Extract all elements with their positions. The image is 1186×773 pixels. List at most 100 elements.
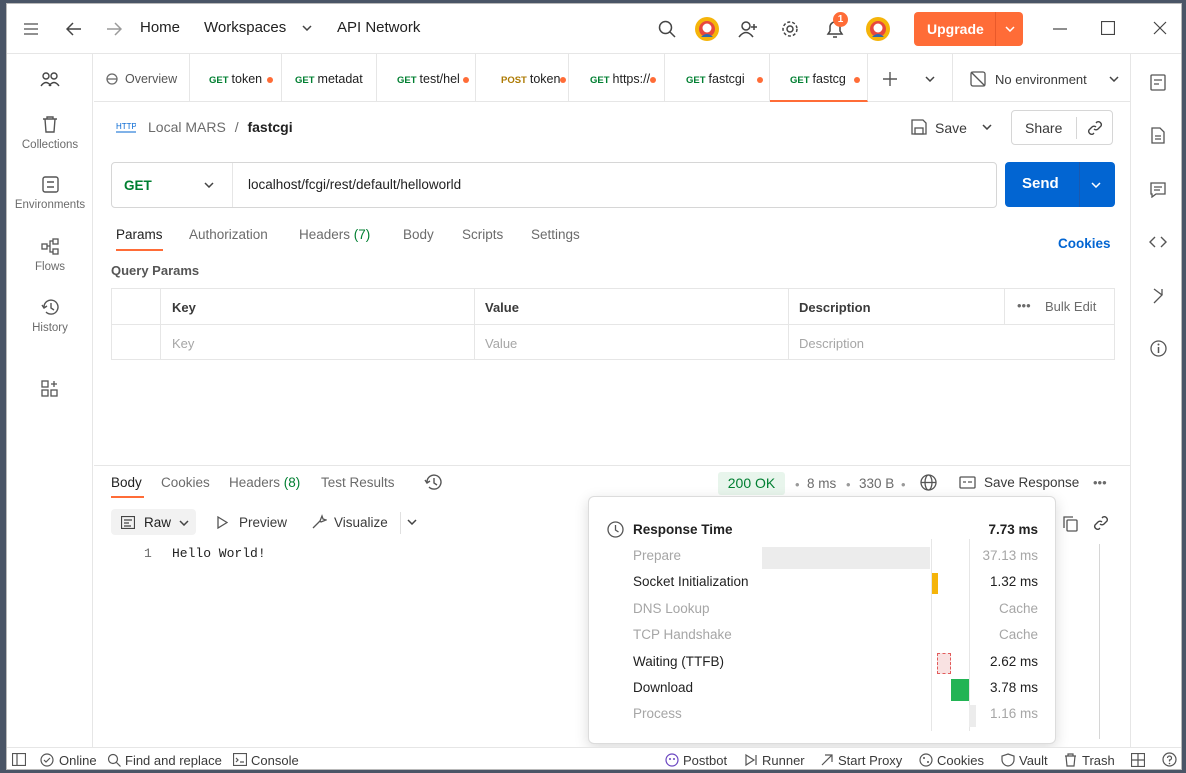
tab-request[interactable]: POST token (476, 54, 569, 102)
visualize-button[interactable]: Visualize (334, 515, 388, 530)
history-icon[interactable] (424, 474, 442, 491)
vault-button[interactable]: Vault (1019, 753, 1048, 768)
workspace-users-icon[interactable] (40, 71, 60, 87)
chevron-down-icon[interactable] (302, 25, 312, 31)
settings-gear-icon[interactable] (781, 20, 799, 38)
response-tab-cookies[interactable]: Cookies (161, 475, 210, 490)
response-headers-label: Headers (229, 475, 281, 490)
tab-request[interactable]: GET test/hel (377, 54, 476, 102)
tab-request[interactable]: GET metadat (282, 54, 377, 102)
forward-arrow-icon[interactable] (106, 22, 122, 36)
response-tab-body[interactable]: Body (111, 475, 142, 490)
nav-workspaces[interactable]: Workspaces (204, 19, 286, 36)
tab-authorization[interactable]: Authorization (189, 227, 268, 242)
tab-request[interactable]: GET token (190, 54, 282, 102)
response-body-text[interactable]: Hello World! (172, 546, 266, 561)
comments-icon[interactable] (1150, 182, 1166, 198)
search-icon[interactable] (658, 20, 676, 38)
online-status[interactable]: Online (59, 753, 97, 768)
copy-icon[interactable] (1062, 515, 1078, 532)
related-collections-icon[interactable] (1151, 288, 1165, 304)
key-input[interactable]: Key (172, 336, 194, 351)
status-badge[interactable]: 200 OK (718, 472, 785, 495)
toggle-sidebar-icon[interactable] (12, 753, 26, 766)
close-icon[interactable] (1153, 21, 1167, 35)
user-avatar[interactable] (865, 16, 891, 42)
upgrade-button[interactable]: Upgrade (914, 12, 1023, 46)
info-icon[interactable] (1150, 340, 1167, 357)
globe-icon[interactable] (920, 474, 937, 491)
find-and-replace-button[interactable]: Find and replace (125, 753, 222, 768)
method-select[interactable]: GET (112, 163, 233, 207)
team-avatar[interactable] (694, 16, 720, 42)
tab-body[interactable]: Body (403, 227, 434, 242)
more-options-icon[interactable]: ••• (1017, 298, 1031, 313)
code-icon[interactable] (1149, 236, 1167, 248)
chevron-down-icon[interactable] (1091, 182, 1101, 188)
layout-icon[interactable] (1131, 753, 1145, 767)
timing-phase-name: DNS Lookup (633, 601, 710, 616)
raw-format-select[interactable]: Raw (111, 509, 196, 535)
help-icon[interactable] (1162, 752, 1177, 767)
postbot-button[interactable]: Postbot (683, 753, 727, 768)
tabs-dropdown-chevron-icon[interactable] (925, 76, 935, 82)
tab-headers[interactable]: Headers (7) (299, 227, 370, 242)
scrollbar-track[interactable] (1099, 544, 1100, 739)
tab-params[interactable]: Params (116, 227, 163, 242)
tab-overview[interactable]: Overview (94, 54, 190, 102)
sidebar-item-history[interactable]: History (7, 299, 93, 334)
save-button[interactable]: Save (935, 120, 967, 136)
api-documentation-icon[interactable] (1150, 74, 1166, 91)
environment-selector[interactable]: No environment (963, 54, 1130, 102)
save-response-button[interactable]: Save Response (984, 475, 1079, 490)
preview-button[interactable]: Preview (239, 515, 287, 530)
tab-request[interactable]: GET https:// (569, 54, 665, 102)
breadcrumb-collection[interactable]: Local MARS (148, 119, 226, 135)
value-input[interactable]: Value (485, 336, 517, 351)
sidebar-item-environments[interactable]: Environments (7, 176, 93, 211)
runner-button[interactable]: Runner (762, 753, 805, 768)
nav-api-network[interactable]: API Network (337, 19, 420, 36)
tab-settings[interactable]: Settings (531, 227, 580, 242)
response-size[interactable]: 330 B (859, 476, 894, 491)
nav-home[interactable]: Home (140, 19, 180, 36)
cookies-button[interactable]: Cookies (937, 753, 984, 768)
start-proxy-button[interactable]: Start Proxy (838, 753, 902, 768)
maximize-icon[interactable] (1101, 21, 1115, 35)
url-input[interactable]: localhost/fcgi/rest/default/helloworld (248, 177, 461, 192)
invite-user-icon[interactable] (738, 20, 758, 38)
documentation-icon[interactable] (1151, 127, 1165, 144)
back-arrow-icon[interactable] (66, 22, 82, 36)
send-button[interactable]: Send (1005, 162, 1115, 207)
response-time[interactable]: 8 ms (807, 476, 836, 491)
trash-button[interactable]: Trash (1082, 753, 1115, 768)
add-apps-icon[interactable] (41, 380, 58, 397)
console-button[interactable]: Console (251, 753, 299, 768)
chevron-down-icon (204, 182, 214, 188)
raw-icon (121, 516, 135, 529)
minimize-icon[interactable] (1053, 28, 1067, 30)
copy-link-icon[interactable] (1087, 120, 1103, 136)
chevron-down-icon[interactable] (407, 519, 417, 525)
chevron-down-icon[interactable] (1005, 26, 1015, 32)
tab-request-active[interactable]: GET fastcg (770, 54, 868, 102)
cookie-icon (919, 753, 933, 767)
save-icon[interactable] (911, 119, 927, 135)
tab-scripts[interactable]: Scripts (462, 227, 503, 242)
tab-request[interactable]: GET fastcgi (665, 54, 770, 102)
copy-link-icon[interactable] (1093, 515, 1109, 531)
response-tab-test-results[interactable]: Test Results (321, 475, 395, 490)
save-options-chevron-icon[interactable] (982, 124, 992, 130)
response-tab-headers[interactable]: Headers (8) (229, 475, 300, 490)
send-label: Send (1022, 175, 1059, 192)
bulk-edit-button[interactable]: Bulk Edit (1045, 299, 1096, 314)
cookies-link[interactable]: Cookies (1058, 236, 1111, 251)
page-title[interactable]: fastcgi (247, 119, 292, 135)
sidebar-item-collections[interactable]: Collections (7, 116, 93, 151)
more-options-icon[interactable]: ••• (1093, 475, 1107, 490)
description-input[interactable]: Description (799, 336, 864, 351)
share-button[interactable]: Share (1025, 120, 1062, 136)
menu-icon[interactable] (23, 23, 39, 35)
sidebar-item-flows[interactable]: Flows (7, 238, 93, 273)
new-tab-plus-icon[interactable] (883, 72, 897, 86)
